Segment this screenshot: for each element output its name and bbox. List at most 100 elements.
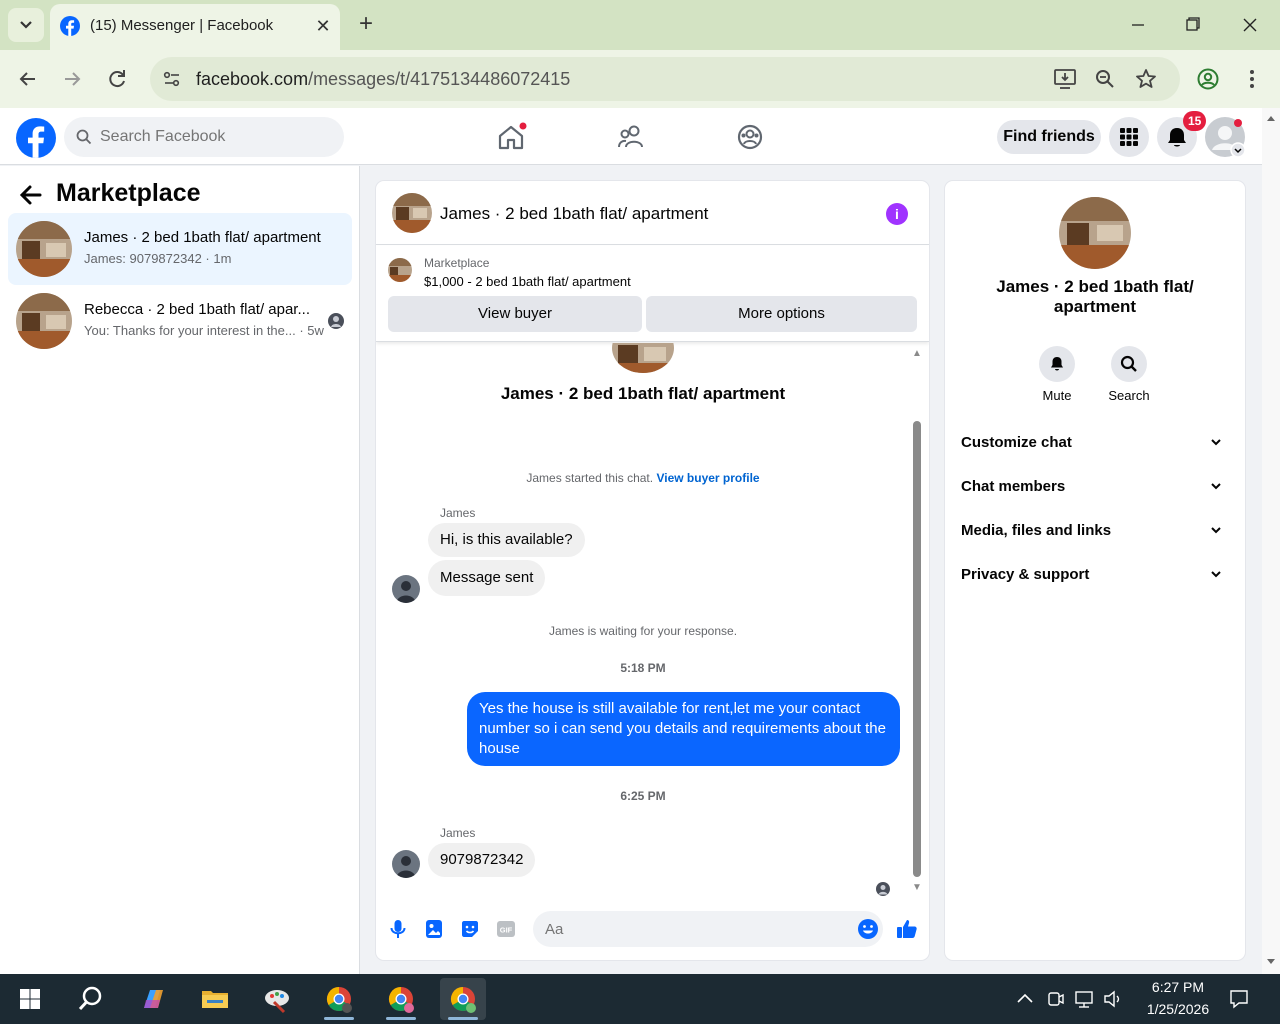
conversation-item-rebecca[interactable]: Rebecca · 2 bed 1bath flat/ apar... You:… (8, 285, 352, 357)
tab-search-button[interactable] (8, 8, 44, 42)
taskbar-file-explorer[interactable] (192, 978, 238, 1020)
page-scrollbar[interactable] (1262, 108, 1280, 974)
start-button[interactable] (7, 978, 53, 1020)
chevron-down-icon (20, 21, 32, 29)
contact-name: James · 2 bed 1bath flat/ apartment (996, 277, 1194, 316)
more-vertical-icon[interactable] (1240, 67, 1264, 91)
groups-icon (737, 124, 763, 150)
message-list: James · 2 bed 1bath flat/ apartment Jame… (376, 343, 929, 899)
chrome-icon (388, 987, 414, 1013)
timestamp: 5:18 PM (620, 661, 666, 675)
back-arrow-icon[interactable] (18, 182, 44, 208)
photo-icon[interactable] (422, 917, 446, 941)
message-scrollbar[interactable] (913, 421, 921, 877)
incoming-message[interactable]: Message sent (428, 560, 546, 596)
chevron-down-icon (1211, 439, 1221, 446)
close-tab-icon[interactable]: ✕ (312, 15, 334, 37)
sticker-icon[interactable] (458, 917, 482, 941)
chevron-down-icon (1211, 483, 1221, 490)
clock-time[interactable]: 6:27 PM (1138, 979, 1218, 995)
arrow-right-icon (65, 72, 81, 86)
microphone-icon[interactable] (386, 917, 410, 941)
new-tab-button[interactable]: + (352, 10, 380, 38)
privacy-support-section[interactable]: Privacy & support (953, 555, 1237, 595)
nav-home[interactable] (494, 120, 528, 154)
listing-price[interactable]: $1,000 - 2 bed 1bath flat/ apartment (424, 274, 631, 289)
conversation-name: James · 2 bed 1bath flat/ apartment (84, 229, 321, 246)
meet-now-icon[interactable] (1046, 989, 1066, 1009)
info-icon[interactable]: i (886, 203, 908, 225)
chrome-icon (326, 987, 352, 1013)
more-options-button[interactable]: More options (646, 296, 917, 332)
address-bar[interactable]: facebook.com/messages/t/4175134486072415 (150, 57, 1180, 101)
conversation-item-james[interactable]: James · 2 bed 1bath flat/ apartment Jame… (8, 213, 352, 285)
listing-thumbnail (388, 258, 412, 282)
message-input-box[interactable] (533, 911, 883, 947)
taskbar-chrome-3[interactable] (440, 978, 486, 1020)
reload-button[interactable] (102, 64, 132, 94)
scroll-up-arrow-icon[interactable] (1266, 114, 1276, 122)
emoji-icon[interactable] (857, 918, 879, 940)
clock-date[interactable]: 1/25/2026 (1138, 1001, 1218, 1017)
install-app-icon[interactable] (1053, 68, 1077, 90)
search-input[interactable] (100, 117, 330, 157)
menu-button[interactable] (1109, 117, 1149, 157)
media-files-links-section[interactable]: Media, files and links (953, 511, 1237, 551)
sender-name: James (440, 826, 476, 840)
chat-members-section[interactable]: Chat members (953, 467, 1237, 507)
listing-label: Marketplace (424, 256, 490, 270)
network-icon[interactable] (1073, 989, 1095, 1009)
close-window-button[interactable] (1230, 10, 1270, 40)
taskbar-copilot[interactable] (130, 978, 176, 1020)
taskbar-chrome-2[interactable] (378, 978, 424, 1020)
forward-button[interactable] (57, 64, 87, 94)
search-in-chat-button[interactable]: Search (1099, 346, 1159, 403)
scroll-down-arrow-icon[interactable] (1266, 958, 1276, 966)
taskbar-search-button[interactable] (68, 978, 114, 1020)
incoming-message[interactable]: 9079872342 (428, 843, 536, 877)
intro-name: James · 2 bed 1bath flat/ apartment (500, 384, 786, 403)
message-input[interactable] (545, 911, 845, 947)
minimize-button[interactable] (1118, 10, 1158, 40)
outgoing-message[interactable]: Yes the house is still available for ren… (467, 692, 900, 766)
search-icon (76, 129, 92, 145)
restore-button[interactable] (1172, 10, 1212, 40)
friends-icon (618, 125, 643, 148)
view-buyer-button[interactable]: View buyer (388, 296, 642, 332)
site-settings-icon[interactable] (162, 69, 182, 89)
chat-title[interactable]: James · 2 bed 1bath flat/ apartment (440, 204, 708, 224)
panel-title: Marketplace (56, 179, 201, 207)
listing-thumbnail (16, 221, 72, 277)
incoming-message[interactable]: Hi, is this available? (428, 523, 585, 557)
listing-thumbnail (16, 293, 72, 349)
nav-friends[interactable] (614, 120, 648, 154)
scroll-down-arrow-icon[interactable]: ▼ (911, 883, 923, 893)
gif-icon[interactable]: GIF (494, 917, 518, 941)
mute-button[interactable]: Mute (1027, 346, 1087, 403)
find-friends-button[interactable]: Find friends (997, 120, 1101, 154)
bookmark-star-icon[interactable] (1134, 67, 1158, 91)
scroll-up-arrow-icon[interactable]: ▲ (911, 349, 923, 359)
chevron-down-icon (1211, 527, 1221, 534)
thumbs-up-icon[interactable] (895, 917, 919, 941)
facebook-logo-icon[interactable] (16, 118, 56, 158)
listing-banner: Marketplace $1,000 - 2 bed 1bath flat/ a… (376, 246, 929, 342)
nav-groups[interactable] (733, 120, 767, 154)
zoom-icon[interactable] (1094, 68, 1116, 90)
chevron-up-icon[interactable] (1015, 990, 1035, 1008)
folder-icon (202, 991, 228, 1008)
profile-icon[interactable] (1196, 67, 1220, 91)
notification-center-icon[interactable] (1228, 988, 1250, 1010)
notification-count-badge: 15 (1183, 111, 1207, 131)
browser-tab-messenger[interactable]: (15) Messenger | Facebook ✕ (50, 4, 340, 50)
taskbar-chrome-1[interactable] (316, 978, 362, 1020)
chrome-icon (450, 987, 476, 1013)
taskbar-app-paint[interactable] (254, 978, 300, 1020)
chat-avatar[interactable] (392, 193, 432, 233)
view-buyer-profile-link[interactable]: View buyer profile (656, 471, 759, 485)
account-menu[interactable] (1205, 117, 1247, 159)
back-button[interactable] (13, 64, 43, 94)
customize-chat-section[interactable]: Customize chat (953, 423, 1237, 463)
search-bar[interactable] (64, 117, 344, 157)
volume-icon[interactable] (1102, 989, 1124, 1009)
